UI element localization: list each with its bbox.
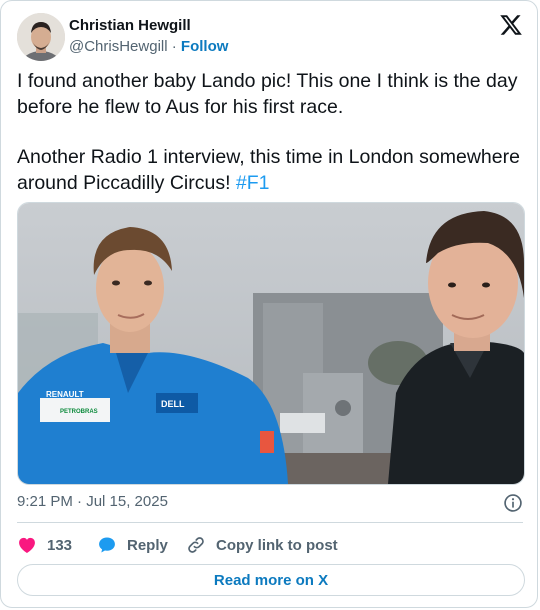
like-count: 133 (47, 536, 73, 554)
hashtag-link[interactable]: #F1 (236, 172, 270, 194)
author-name[interactable]: Christian Hewgill (69, 17, 191, 34)
reply-label: Reply (127, 536, 168, 554)
link-icon (188, 537, 204, 553)
heart-icon (19, 537, 35, 553)
tweet-meta: 9:21 PM · Jul 15, 2025 (17, 493, 523, 515)
suit-brand-dell: DELL (161, 399, 185, 409)
tweet-paragraph-1: I found another baby Lando pic! This one… (17, 70, 518, 118)
suit-brand-renault: RENAULT (46, 390, 84, 399)
divider (17, 522, 523, 523)
read-more-button[interactable]: Read more on X (17, 564, 525, 596)
copy-link-label: Copy link to post (216, 536, 338, 554)
tweet-actions: 133 Reply Copy link to post (17, 534, 523, 556)
avatar-image (17, 13, 65, 61)
x-logo-icon[interactable] (499, 13, 523, 37)
tweet-timestamp[interactable]: 9:21 PM · Jul 15, 2025 (17, 493, 168, 510)
read-more-label: Read more on X (213, 571, 329, 589)
like-button[interactable]: 133 (17, 534, 72, 556)
author-handle[interactable]: @ChrisHewgill (69, 38, 168, 55)
suit-brand-petrobras: PETROBRAS (60, 409, 98, 415)
copy-link-button[interactable]: Copy link to post (186, 534, 338, 556)
reply-button[interactable]: Reply (97, 534, 168, 556)
handle-separator: · (171, 38, 177, 55)
photo-scene: RENAULT PETROBRAS DELL (18, 203, 524, 484)
tweet-paragraph-2: Another Radio 1 interview, this time in … (17, 145, 527, 196)
tweet-photo[interactable]: RENAULT PETROBRAS DELL (17, 202, 525, 485)
tweet-card: Christian Hewgill @ChrisHewgill · Follow… (0, 0, 538, 608)
follow-link[interactable]: Follow (181, 38, 229, 55)
tweet-header: Christian Hewgill @ChrisHewgill · Follow (17, 13, 523, 61)
info-icon[interactable] (503, 493, 523, 513)
tweet-text: I found another baby Lando pic! This one… (17, 69, 527, 196)
reply-icon (99, 537, 115, 553)
avatar[interactable] (17, 13, 65, 61)
author-handle-row: @ChrisHewgill · Follow (69, 38, 228, 55)
